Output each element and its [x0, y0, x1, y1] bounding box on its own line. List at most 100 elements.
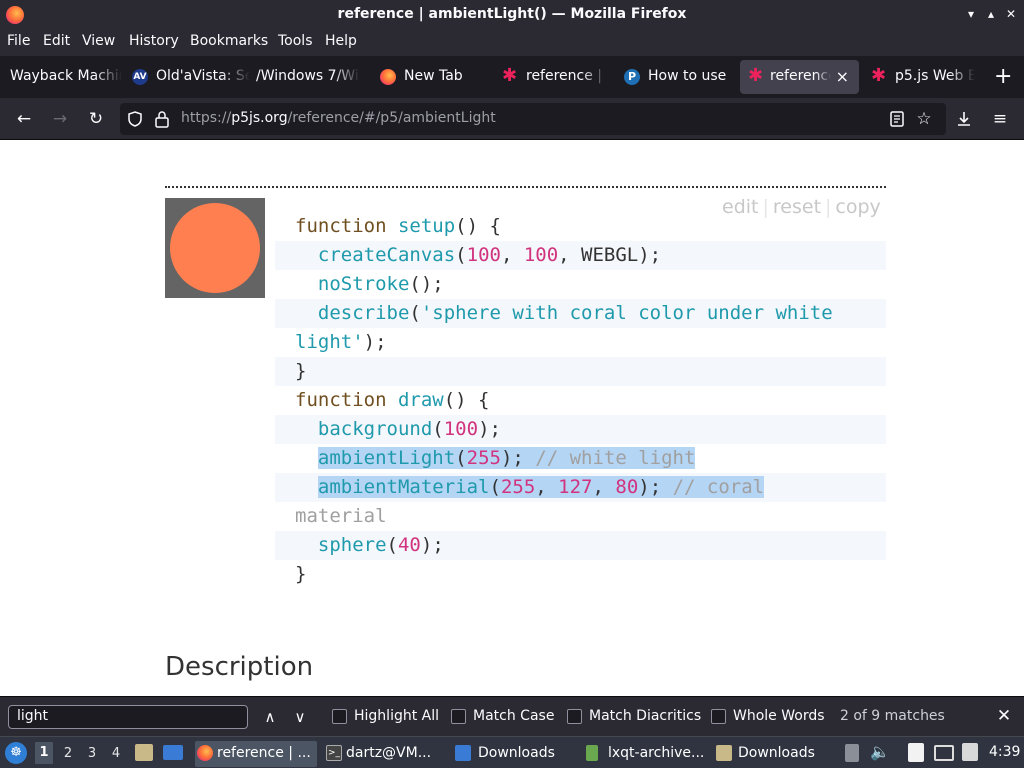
- menu-bookmarks[interactable]: Bookmarks: [190, 33, 268, 49]
- forward-arrow-icon[interactable]: →: [48, 107, 72, 131]
- code-token: function: [295, 389, 398, 411]
- menu-edit[interactable]: Edit: [43, 33, 70, 49]
- code-line: ambientMaterial(255, 127, 80); // coral: [275, 473, 886, 502]
- file-manager-launcher-icon[interactable]: [135, 744, 153, 761]
- tab-wayback-machine[interactable]: Wayback Machine: [10, 60, 122, 94]
- updates-icon[interactable]: [962, 743, 978, 761]
- highlight-all-checkbox[interactable]: [332, 709, 347, 724]
- code-text: light');: [295, 331, 387, 353]
- match-diacritics-label: Match Diacritics: [589, 708, 702, 724]
- code-token: 255: [466, 447, 501, 469]
- volume-icon[interactable]: 🔈: [870, 742, 890, 761]
- close-find-bar-icon[interactable]: ✕: [992, 704, 1016, 728]
- code-token: ,: [500, 244, 524, 266]
- start-menu-icon[interactable]: ☸: [5, 742, 27, 764]
- url-bar[interactable]: https://p5js.org/reference/#/p5/ambientL…: [120, 103, 946, 135]
- code-token: // white light: [535, 447, 696, 469]
- tab-new-tab[interactable]: New Tab: [380, 60, 490, 94]
- workspace-2[interactable]: 2: [59, 746, 77, 761]
- tab-windows-7[interactable]: /Windows 7/Windows: [256, 60, 360, 94]
- lock-icon[interactable]: [154, 110, 170, 128]
- folder-icon: [455, 745, 471, 761]
- tab-how-to-use[interactable]: P How to use: [624, 60, 728, 94]
- clock: 4:39: [989, 744, 1021, 760]
- code-token: draw: [397, 389, 444, 411]
- menu-history[interactable]: History: [129, 33, 179, 49]
- hamburger-menu-icon[interactable]: ≡: [988, 107, 1012, 131]
- find-match-status: 2 of 9 matches: [840, 708, 945, 724]
- workspace-4[interactable]: 4: [107, 746, 125, 761]
- window-title: reference | ambientLight() — Mozilla Fir…: [337, 6, 687, 22]
- shield-icon[interactable]: [126, 110, 144, 128]
- downloads-icon[interactable]: [955, 110, 973, 128]
- find-bar: light ∧ ∨ Highlight All Match Case Match…: [0, 696, 1024, 736]
- code-token: 255: [500, 476, 536, 498]
- menu-file[interactable]: File: [7, 33, 30, 49]
- whole-words-checkbox[interactable]: [711, 709, 726, 724]
- menu-help[interactable]: Help: [325, 33, 357, 49]
- maximize-icon[interactable]: ▴: [982, 5, 1000, 23]
- code-line: background(100);: [275, 415, 886, 444]
- back-arrow-icon[interactable]: ←: [12, 107, 36, 131]
- code-line: function setup() {: [275, 212, 886, 241]
- taskbar-item-archiver[interactable]: lxqt-archive...: [586, 741, 704, 767]
- find-previous-icon[interactable]: ∧: [258, 705, 282, 729]
- code-token: light': [295, 331, 364, 353]
- av-icon: AV: [132, 69, 148, 85]
- dotted-divider: [165, 186, 886, 188]
- close-icon[interactable]: ✕: [1002, 5, 1020, 23]
- tab-reference-ambientlight[interactable]: ✱ reference | ambientLight() ×: [740, 60, 859, 94]
- minimize-icon[interactable]: ▾: [962, 5, 980, 23]
- tab-label: reference | ambientLight(): [770, 68, 831, 84]
- p-icon: P: [624, 69, 640, 85]
- url-text[interactable]: https://p5js.org/reference/#/p5/ambientL…: [181, 110, 496, 126]
- code-token: (: [455, 447, 467, 469]
- new-tab-button[interactable]: +: [994, 64, 1012, 89]
- code-text: }: [295, 360, 306, 382]
- menu-tools[interactable]: Tools: [278, 33, 313, 49]
- menu-view[interactable]: View: [82, 33, 115, 49]
- taskbar-item-firefox[interactable]: reference | ...: [195, 741, 317, 767]
- find-input[interactable]: light: [8, 705, 248, 729]
- code-line: }: [275, 357, 886, 386]
- taskbar-item-label: Downloads: [738, 745, 815, 761]
- match-diacritics-checkbox[interactable]: [567, 709, 582, 724]
- workspace-3[interactable]: 3: [83, 746, 101, 761]
- tab-oldavista[interactable]: AV Old'aVista: Search: [132, 60, 250, 94]
- code-token: 100: [466, 244, 501, 266]
- tab-label: /Windows 7/Windows: [256, 68, 360, 84]
- p5-star-icon: ✱: [748, 65, 764, 86]
- menu-bar: File Edit View History Bookmarks Tools H…: [0, 30, 1024, 54]
- taskbar-item-terminal[interactable]: >_ dartz@VM...: [326, 741, 444, 767]
- sketch-preview-canvas: [165, 198, 265, 298]
- workspace-1[interactable]: 1: [35, 742, 53, 764]
- code-text: ambientMaterial(255, 127, 80); // coral: [295, 476, 765, 498]
- code-token: (: [455, 244, 467, 266]
- code-token: );: [500, 447, 536, 469]
- tab-close-icon[interactable]: ×: [836, 67, 849, 86]
- code-line: sphere(40);: [275, 531, 886, 560]
- code-line: noStroke();: [275, 270, 886, 299]
- code-line: createCanvas(100, 100, WEBGL);: [275, 241, 886, 270]
- code-token: background: [317, 418, 433, 440]
- code-example[interactable]: function setup() { createCanvas(100, 100…: [275, 212, 886, 604]
- tab-reference-p5js[interactable]: ✱ reference | p5.js: [502, 60, 608, 94]
- clipboard-icon[interactable]: [908, 743, 924, 762]
- storage-icon[interactable]: [845, 744, 859, 762]
- reader-view-icon[interactable]: [890, 111, 904, 127]
- code-token: );: [363, 331, 387, 353]
- firefox-icon: [197, 745, 213, 761]
- code-text: }: [295, 563, 306, 585]
- match-case-checkbox[interactable]: [451, 709, 466, 724]
- reload-icon[interactable]: ↻: [84, 107, 108, 131]
- taskbar-item-downloads-1[interactable]: Downloads: [455, 741, 575, 767]
- taskbar-item-downloads-2[interactable]: Downloads: [716, 741, 836, 767]
- show-desktop-icon[interactable]: [163, 745, 183, 760]
- network-icon[interactable]: [934, 745, 954, 761]
- tab-p5js-web-editor[interactable]: ✱ p5.js Web Editor: [871, 60, 975, 94]
- terminal-icon: >_: [326, 745, 342, 761]
- find-next-icon[interactable]: ∨: [288, 705, 312, 729]
- bookmark-star-icon[interactable]: ☆: [912, 107, 936, 131]
- archive-icon: [586, 745, 598, 761]
